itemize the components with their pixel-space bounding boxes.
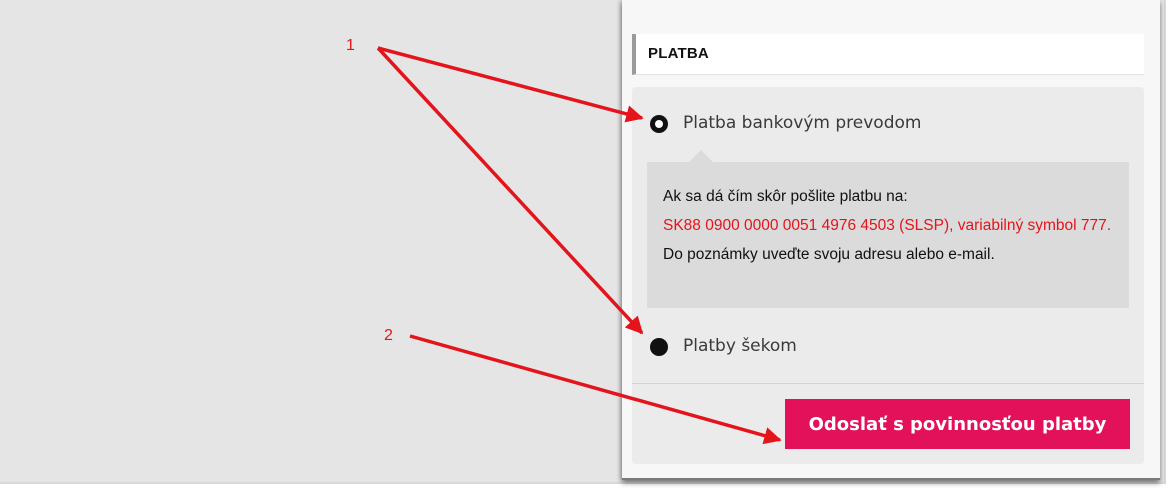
arrow-2-to-submit: [409, 334, 782, 445]
arrow-1-to-bank-transfer: [377, 46, 644, 123]
annotation-arrows: [376, 46, 782, 445]
arrow-1-to-cheque: [376, 46, 644, 335]
